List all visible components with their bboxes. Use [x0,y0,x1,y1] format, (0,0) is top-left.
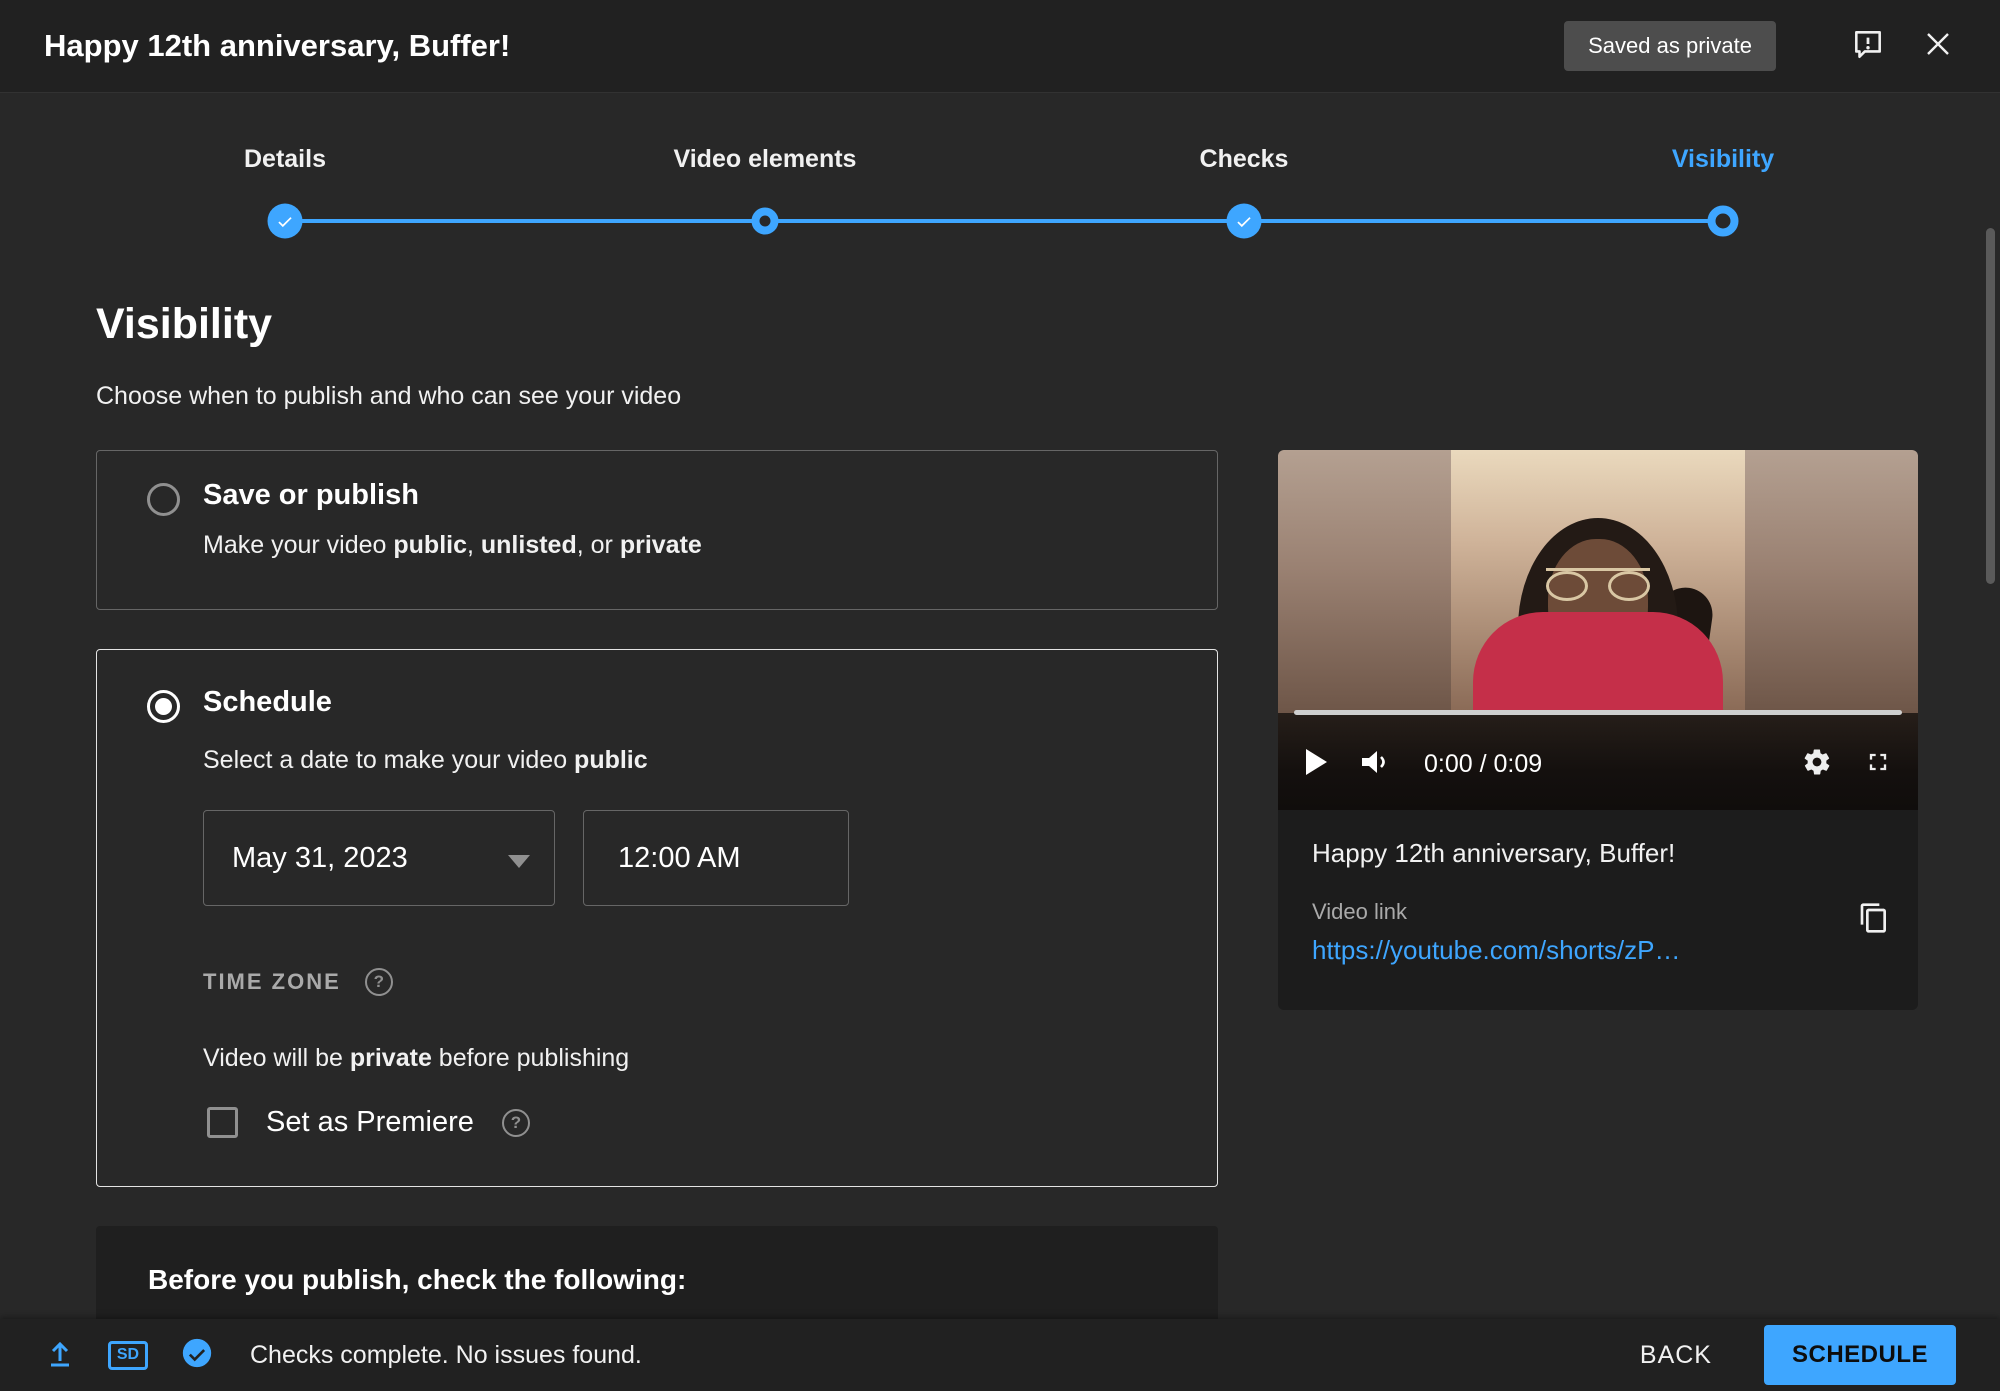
pre-publish-checks-title: Before you publish, check the following: [148,1264,687,1295]
private-before-publish-note: Video will be private before publishing [203,1044,630,1072]
date-select-value: May 31, 2023 [232,842,408,874]
time-display: 0:00 / 0:09 [1424,750,1543,778]
step-details-check-icon [267,203,303,239]
step-video-elements-dot-icon [751,207,779,235]
timezone-help-icon[interactable] [364,968,393,996]
time-input-value: 12:00 AM [618,842,741,874]
stepper-line [285,219,1725,223]
step-checks-check-icon [1226,203,1262,239]
timezone-label: TIME ZONE [203,969,341,994]
dialog-title: Happy 12th anniversary, Buffer! [44,28,511,63]
sd-quality-badge: SD [108,1340,148,1370]
step-checks-label: Checks [1199,145,1289,173]
feedback-button[interactable] [1850,28,1886,64]
upload-status-icon [44,1337,76,1374]
video-preview-panel: 0:00 / 0:09 Happy 12th anniversary, Buff… [1278,450,1918,1010]
timezone-row: TIME ZONE [203,968,393,996]
fullscreen-button[interactable] [1864,748,1892,781]
premiere-checkbox[interactable] [207,1107,238,1138]
date-select[interactable]: May 31, 2023 [203,810,555,906]
video-link-label: Video link [1312,899,1407,924]
checks-complete-icon [180,1336,214,1375]
saved-status-badge: Saved as private [1564,21,1776,71]
schedule-card[interactable]: Schedule Select a date to make your vide… [96,649,1218,1187]
upload-dialog: Happy 12th anniversary, Buffer! Saved as… [0,0,2000,1391]
step-video-elements-label: Video elements [673,145,857,173]
video-preview-frame [1278,450,1918,713]
video-link[interactable]: https://youtube.com/shorts/zP… [1312,935,1832,966]
close-button[interactable] [1920,28,1956,64]
play-button[interactable] [1304,748,1328,781]
step-visibility-dot-icon [1707,205,1739,237]
copy-link-button[interactable] [1858,902,1890,939]
premiere-row[interactable]: Set as Premiere [207,1106,530,1139]
settings-button[interactable] [1802,747,1832,782]
video-player: 0:00 / 0:09 [1278,450,1918,810]
preview-video-title: Happy 12th anniversary, Buffer! [1312,838,1676,868]
step-details-label: Details [244,145,326,173]
seek-bar[interactable] [1294,710,1902,715]
scrollbar-thumb[interactable] [1986,228,1995,584]
premiere-label: Set as Premiere [266,1106,474,1138]
chevron-down-icon [508,855,530,868]
feedback-icon [1851,27,1885,66]
premiere-help-icon[interactable] [501,1108,530,1137]
video-controls-bar: 0:00 / 0:09 [1278,710,1918,810]
progress-stepper: Details Video elements Checks Visibility [0,93,2000,263]
schedule-desc: Select a date to make your video public [203,746,648,774]
save-or-publish-card[interactable]: Save or publish Make your video public, … [96,450,1218,610]
person-glasses [1546,568,1650,602]
save-or-publish-desc: Make your video public, unlisted, or pri… [203,531,702,559]
save-or-publish-label: Save or publish [203,479,419,511]
schedule-button[interactable]: SCHEDULE [1763,1325,1956,1385]
dialog-header: Happy 12th anniversary, Buffer! Saved as… [0,0,2000,93]
back-button[interactable]: BACK [1634,1340,1718,1371]
close-icon [1923,29,1953,64]
video-info-card: Happy 12th anniversary, Buffer! Video li… [1278,810,1918,1010]
time-input[interactable]: 12:00 AM [583,810,849,906]
step-visibility-label: Visibility [1671,145,1775,173]
checks-status-text: Checks complete. No issues found. [250,1340,642,1369]
schedule-label: Schedule [203,686,332,718]
volume-button[interactable] [1360,748,1392,781]
page-title: Visibility [96,300,273,348]
save-or-publish-radio[interactable] [147,483,180,516]
person-shirt [1473,612,1723,713]
schedule-radio[interactable] [147,690,180,723]
page-subtitle: Choose when to publish and who can see y… [96,382,682,410]
dialog-footer: SD Checks complete. No issues found. BAC… [0,1319,2000,1391]
